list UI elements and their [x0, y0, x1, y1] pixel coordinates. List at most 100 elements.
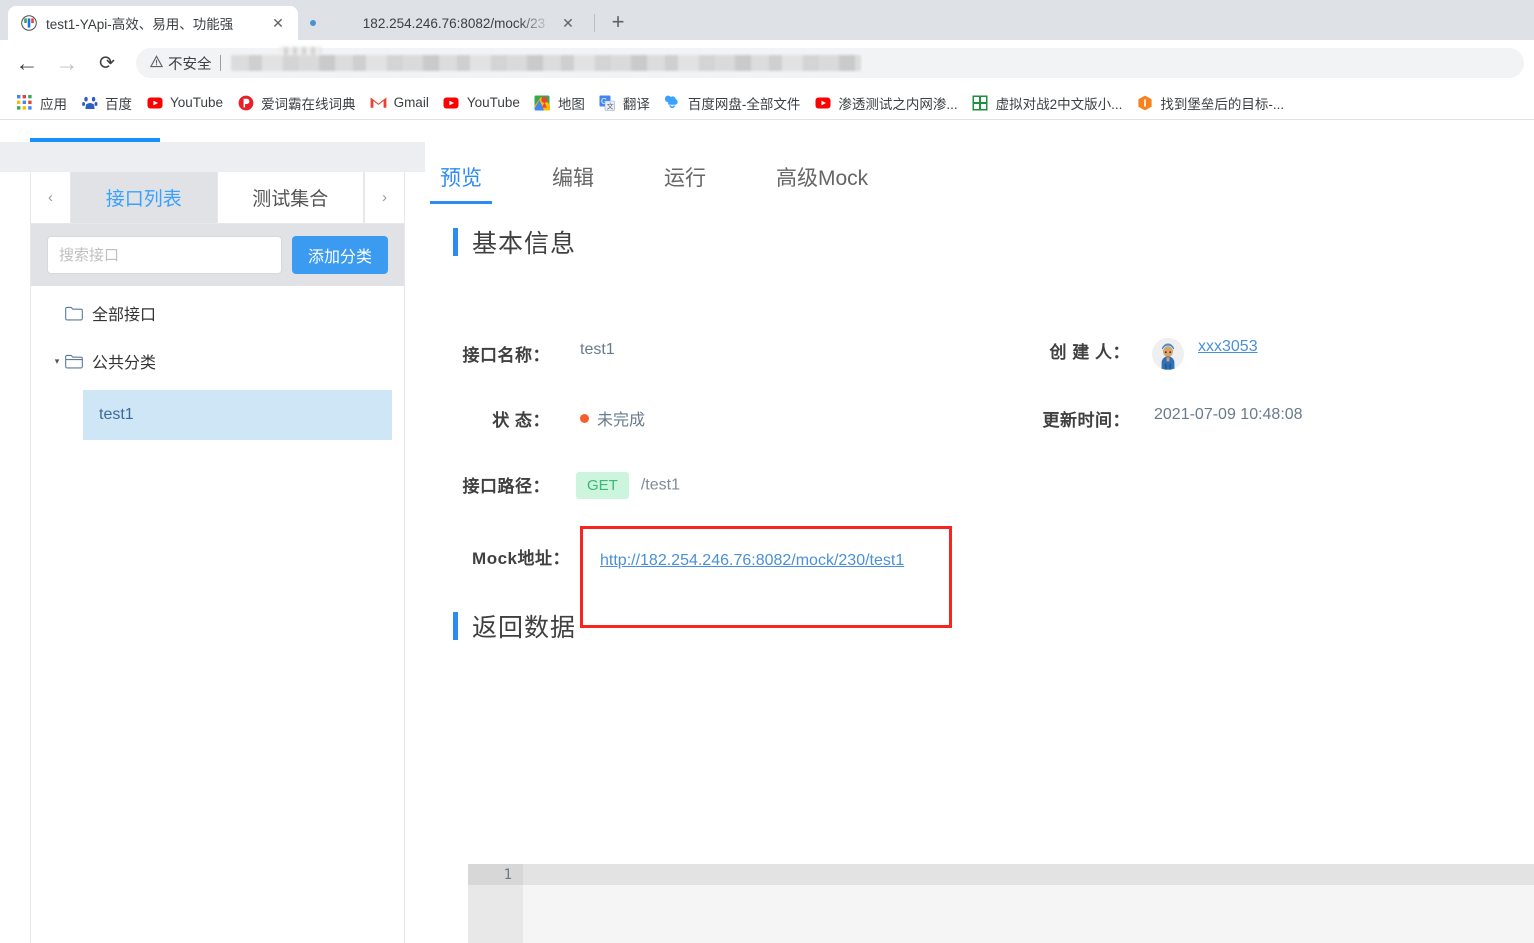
gmail-icon: [370, 94, 387, 111]
field-interface-path: 接口路径： GET/test1: [425, 472, 680, 499]
youtube-icon: [814, 94, 831, 111]
content-wrapper: ‹ 接口列表 测试集合 › 添加分类 ▾ 全部接口: [0, 142, 1534, 943]
bookmark-label: 应用: [40, 93, 67, 113]
bookmark-baidu-pan[interactable]: 百度网盘-全部文件: [658, 90, 809, 116]
response-code-editor[interactable]: 1: [468, 864, 1534, 943]
bookmark-baidu[interactable]: 百度: [75, 90, 140, 116]
field-value: GET/test1: [576, 472, 680, 499]
bookmark-powerword[interactable]: 爱词霸在线词典: [231, 90, 364, 116]
mock-address-link[interactable]: http://182.254.246.76:8082/mock/230/test…: [600, 552, 904, 570]
bookmark-apps[interactable]: 应用: [10, 90, 75, 116]
sidebar-search-row: 添加分类: [31, 224, 404, 286]
tree-node-all-interfaces[interactable]: ▾ 全部接口: [31, 296, 404, 330]
bookmark-gmail[interactable]: Gmail: [364, 90, 437, 116]
powerword-icon: [237, 94, 254, 111]
back-button[interactable]: ←: [10, 46, 44, 80]
status-dot-icon: [580, 414, 589, 423]
section-accent-bar: [453, 228, 458, 256]
search-input[interactable]: [47, 236, 282, 274]
bookmark-maps[interactable]: 地图: [528, 90, 593, 116]
browser-window: test1-YApi-高效、易用、功能强 ✕ 182.254.246.76:80…: [0, 0, 1534, 943]
add-category-button[interactable]: 添加分类: [292, 236, 388, 274]
address-bar[interactable]: 不安全: [136, 48, 1524, 78]
svg-text:文: 文: [607, 101, 614, 110]
orange-hex-icon: [1136, 94, 1153, 111]
field-creator: 创 建 人：: [1005, 338, 1258, 370]
bookmark-pentest[interactable]: 渗透测试之内网渗...: [808, 90, 965, 116]
tab-edit[interactable]: 编辑: [542, 162, 604, 204]
bookmark-fortress-target[interactable]: 找到堡垒后的目标-...: [1130, 90, 1292, 116]
bookmark-label: 百度网盘-全部文件: [688, 93, 801, 113]
editor-line-gutter: 1: [468, 864, 523, 943]
bookmark-youtube-1[interactable]: YouTube: [140, 90, 231, 116]
http-method-badge: GET: [576, 472, 629, 499]
status-text: 未完成: [597, 412, 645, 429]
sidebar-tab-test-collection[interactable]: 测试集合: [218, 172, 365, 223]
tab-preview[interactable]: 预览: [430, 162, 492, 204]
google-translate-icon: G文: [599, 94, 616, 111]
field-value: test1: [580, 341, 615, 359]
bookmark-label: YouTube: [170, 95, 223, 110]
browser-tab-1[interactable]: 182.254.246.76:8082/mock/23 ✕: [298, 6, 588, 40]
field-update-time: 更新时间： 2021-07-09 10:48:08: [1005, 406, 1303, 431]
tree-node-label: 公共分类: [92, 349, 156, 373]
interface-detail-panel: 预览 编辑 运行 高级Mock 基本信息 接口名称： test1: [425, 142, 1534, 943]
field-value: 未完成: [580, 406, 645, 430]
scroll-right-icon[interactable]: ›: [364, 172, 404, 223]
tree-node-public-category[interactable]: ▾ 公共分类: [31, 344, 404, 378]
bookmark-label: 地图: [558, 93, 585, 113]
bookmark-label: Gmail: [394, 95, 429, 110]
field-label: 创 建 人：: [1005, 338, 1130, 363]
yapi-logo-icon: [20, 15, 37, 32]
bookmark-label: 翻译: [623, 93, 650, 113]
editor-code-area[interactable]: [523, 864, 1534, 943]
bookmarks-bar: 应用 百度 YouTube 爱词: [0, 86, 1534, 120]
field-value: 2021-07-09 10:48:08: [1154, 406, 1303, 424]
browser-toolbar: ← → ⟳ 不安全: [0, 40, 1534, 86]
sidebar-tab-bar: ‹ 接口列表 测试集合 ›: [31, 172, 404, 224]
field-status: 状 态： 未完成: [425, 406, 645, 431]
field-label: Mock地址：: [425, 544, 570, 569]
baidu-icon: [81, 94, 98, 111]
youtube-icon: [146, 94, 163, 111]
section-accent-bar: [453, 612, 458, 640]
warning-triangle-icon: [150, 55, 163, 71]
field-interface-name: 接口名称： test1: [425, 341, 615, 366]
new-tab-button[interactable]: +: [603, 7, 633, 37]
youtube-icon: [443, 94, 460, 111]
browser-tab-0[interactable]: test1-YApi-高效、易用、功能强 ✕: [8, 6, 298, 40]
path-value: /test1: [641, 477, 680, 494]
field-label: 接口路径：: [425, 472, 550, 497]
bookmark-label: 爱词霸在线词典: [261, 93, 356, 113]
field-label: 接口名称：: [425, 341, 550, 366]
detail-tab-bar: 预览 编辑 运行 高级Mock: [425, 142, 1534, 204]
bookmark-label: 渗透测试之内网渗...: [838, 93, 957, 113]
url-input[interactable]: [231, 55, 861, 71]
tab-run[interactable]: 运行: [654, 162, 716, 204]
reload-button[interactable]: ⟳: [90, 46, 124, 80]
google-maps-icon: [534, 94, 551, 111]
close-icon[interactable]: ✕: [558, 13, 578, 33]
line-number: 1: [468, 864, 523, 885]
page-body: ‹ 接口列表 测试集合 › 添加分类 ▾ 全部接口: [0, 126, 1534, 943]
sidebar-tab-interface-list[interactable]: 接口列表: [71, 172, 218, 223]
app-header-strip: [0, 126, 1534, 139]
apps-grid-icon: [16, 94, 33, 111]
tree-leaf-test1[interactable]: test1: [83, 390, 392, 440]
scroll-left-icon[interactable]: ‹: [31, 172, 71, 223]
tab-advanced-mock[interactable]: 高级Mock: [766, 162, 878, 204]
bookmark-youtube-2[interactable]: YouTube: [437, 90, 528, 116]
field-label: 状 态：: [425, 406, 550, 431]
user-avatar-icon: [1152, 338, 1184, 370]
close-icon[interactable]: ✕: [268, 13, 288, 33]
baidu-pan-icon: [664, 94, 681, 111]
folder-icon: [65, 306, 85, 321]
browser-tab-title-0: test1-YApi-高效、易用、功能强: [46, 13, 262, 33]
chevron-down-icon[interactable]: ▾: [49, 356, 65, 367]
bookmark-translate[interactable]: G文 翻译: [593, 90, 658, 116]
bookmark-label: YouTube: [467, 95, 520, 110]
tab-divider: [594, 14, 595, 32]
bookmark-virtual-battle[interactable]: 虚拟对战2中文版小...: [966, 90, 1131, 116]
creator-link[interactable]: xxx3053: [1198, 338, 1258, 356]
forward-button[interactable]: →: [50, 46, 84, 80]
